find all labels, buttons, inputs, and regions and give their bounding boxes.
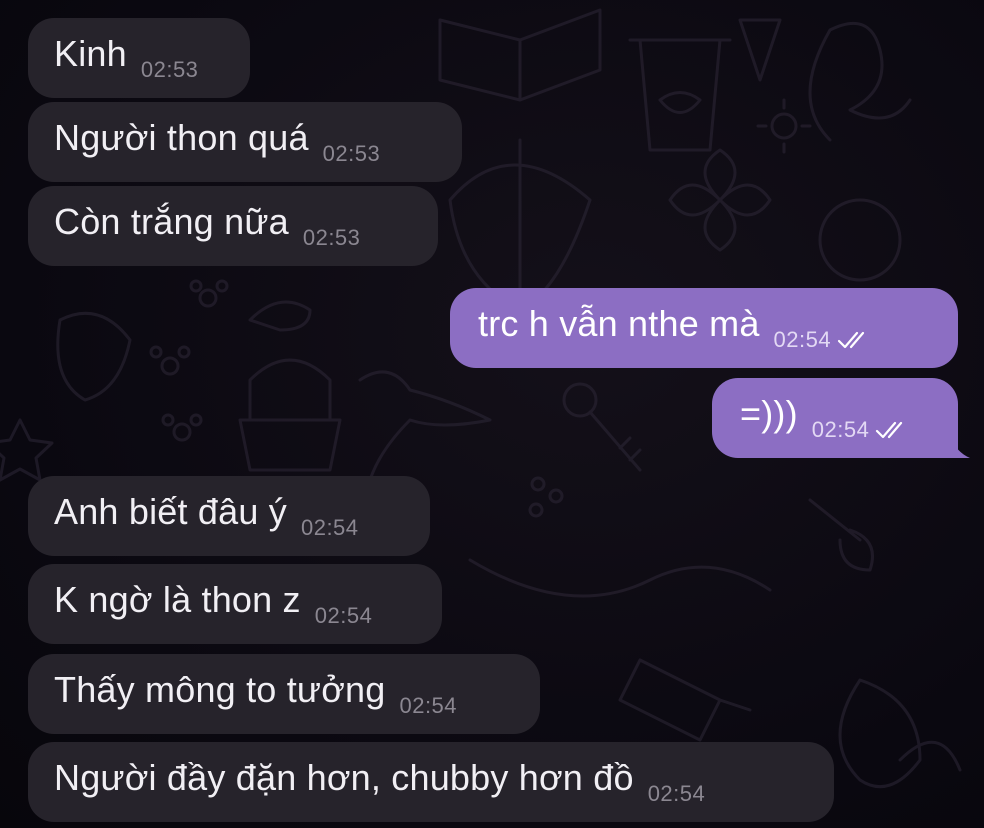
- incoming-message[interactable]: Kinh 02:53: [28, 18, 250, 98]
- chat-view[interactable]: Kinh 02:53 Người thon quá 02:53 Còn trắn…: [0, 0, 984, 828]
- message-time: 02:53: [322, 141, 381, 166]
- message-text: Người thon quá: [54, 117, 309, 158]
- message-time: 02:54: [811, 417, 870, 442]
- message-text: trc h vẫn nthe mà: [478, 303, 760, 344]
- message-time: 02:54: [300, 515, 359, 540]
- outgoing-message[interactable]: =))) 02:54: [712, 378, 958, 458]
- incoming-message[interactable]: Người đầy đặn hơn, chubby hơn đồ 02:54: [28, 742, 834, 822]
- message-text: Người đầy đặn hơn, chubby hơn đồ: [54, 757, 634, 798]
- message-text: Anh biết đâu ý: [54, 491, 287, 532]
- read-double-check-icon: [876, 421, 903, 439]
- message-time: 02:54: [647, 781, 706, 806]
- incoming-message[interactable]: K ngờ là thon z 02:54: [28, 564, 442, 644]
- message-time: 02:53: [302, 225, 361, 250]
- message-time: 02:54: [399, 693, 458, 718]
- message-text: =))): [740, 393, 798, 434]
- incoming-message[interactable]: Thấy mông to tưởng 02:54: [28, 654, 540, 734]
- message-text: K ngờ là thon z: [54, 579, 301, 620]
- bubble-tail: [950, 436, 970, 458]
- incoming-message[interactable]: Còn trắng nữa 02:53: [28, 186, 438, 266]
- outgoing-message[interactable]: trc h vẫn nthe mà 02:54: [450, 288, 958, 368]
- message-text: Kinh: [54, 33, 127, 74]
- incoming-message[interactable]: Anh biết đâu ý 02:54: [28, 476, 430, 556]
- message-time: 02:54: [314, 603, 373, 628]
- message-time: 02:54: [773, 327, 832, 352]
- message-time: 02:53: [140, 57, 199, 82]
- message-text: Thấy mông to tưởng: [54, 669, 386, 710]
- message-text: Còn trắng nữa: [54, 201, 289, 242]
- incoming-message[interactable]: Người thon quá 02:53: [28, 102, 462, 182]
- read-double-check-icon: [838, 331, 865, 349]
